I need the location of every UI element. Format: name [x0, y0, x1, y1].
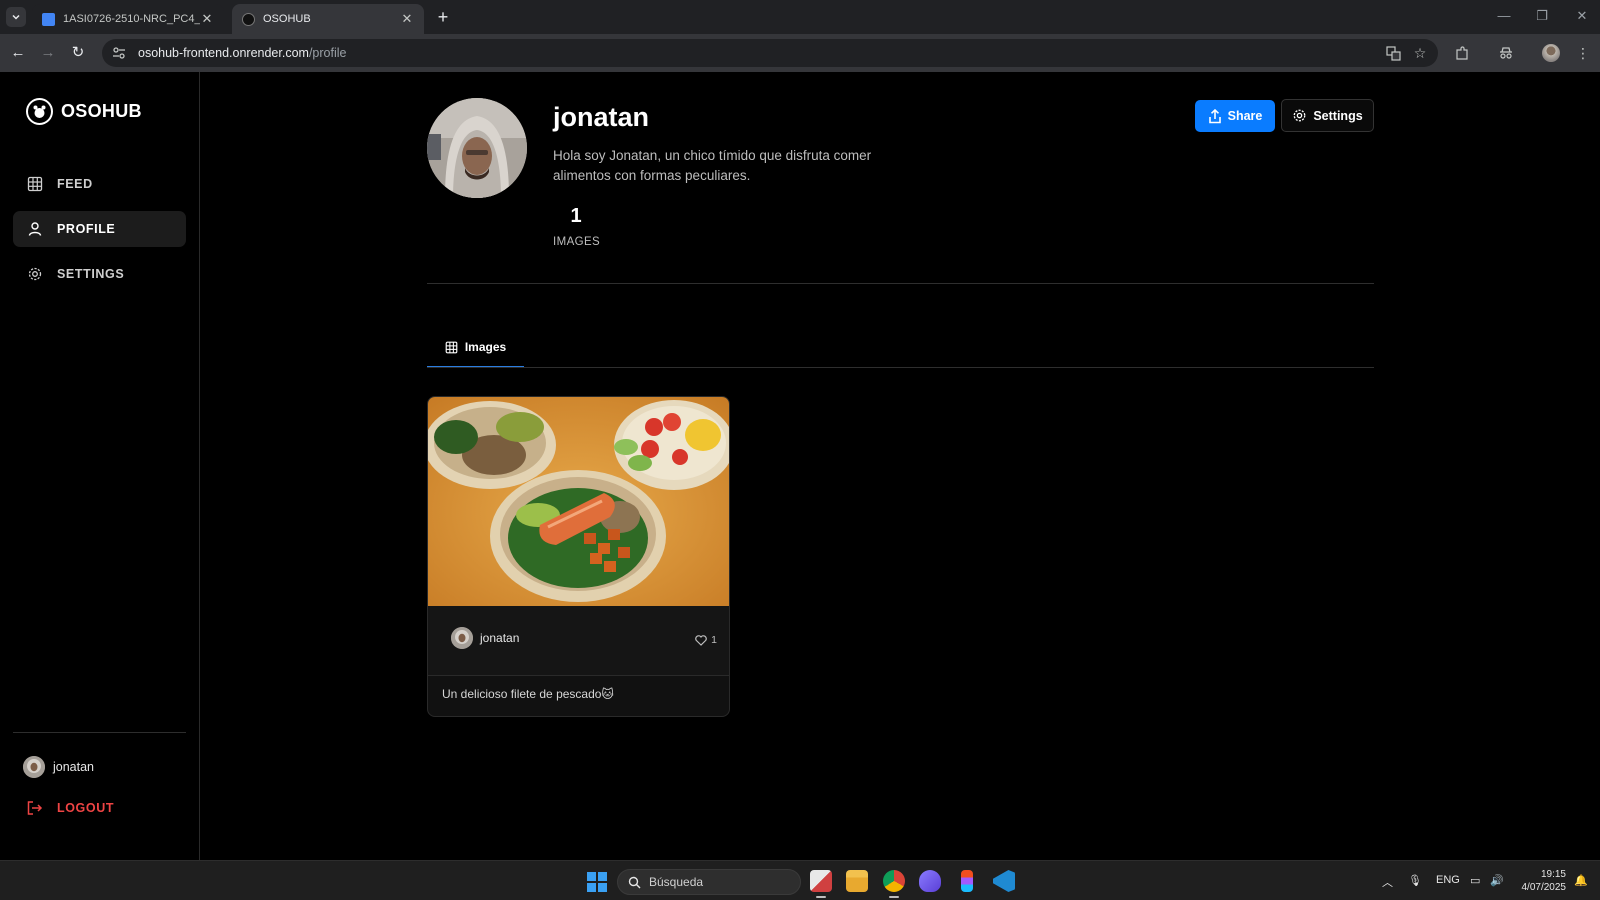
url-path: /profile	[308, 46, 347, 60]
microphone-icon[interactable]: 🎙	[1408, 874, 1422, 887]
brand-name: OSOHUB	[61, 101, 142, 121]
chrome-icon[interactable]	[883, 870, 905, 892]
search-icon	[628, 876, 641, 888]
vscode-icon[interactable]	[993, 870, 1015, 892]
bear-logo-icon	[26, 98, 53, 125]
tab-search-button[interactable]	[6, 7, 26, 27]
taskbar: Búsqueda ︿ 🎙 ENG ▭ 🔊 19:15 4/07/2025 🔔	[0, 860, 1600, 900]
tabs-divider	[427, 367, 1374, 368]
avatar	[451, 627, 473, 649]
reload-icon[interactable]: ↻	[68, 43, 88, 63]
browser-tab-strip: 1ASI0726-2510-NRC_PC4_Infor ✕ OSOHUB ✕ +…	[0, 0, 1600, 34]
browser-toolbar: ← → ↻ osohub-frontend.onrender.com/profi…	[0, 34, 1600, 72]
forward-icon[interactable]: →	[38, 43, 58, 63]
taskbar-search-placeholder: Búsqueda	[649, 875, 704, 889]
grid-icon	[445, 341, 458, 353]
gear-icon	[28, 267, 42, 281]
window-close-icon[interactable]: ✕	[1572, 8, 1592, 24]
sidebar-item-settings[interactable]: SETTINGS	[13, 256, 186, 292]
site-settings-icon[interactable]	[112, 46, 126, 60]
extensions-icon[interactable]	[1452, 43, 1472, 63]
settings-label: Settings	[1313, 108, 1363, 123]
share-button[interactable]: Share	[1195, 100, 1275, 132]
settings-button[interactable]: Settings	[1281, 99, 1374, 132]
share-label: Share	[1227, 109, 1263, 123]
clock-date: 4/07/2025	[1521, 882, 1567, 893]
url-host: osohub-frontend.onrender.com	[138, 46, 309, 60]
post-caption: Un delicioso filete de pescado🐱	[442, 687, 614, 701]
profile-avatar	[427, 98, 527, 198]
incognito-icon[interactable]	[1496, 43, 1516, 63]
chevron-down-icon	[12, 14, 20, 20]
like-button[interactable]: 1	[695, 634, 717, 646]
tab-images[interactable]: Images	[427, 328, 524, 368]
brand[interactable]: OSOHUB	[26, 98, 142, 125]
translate-icon[interactable]	[1383, 43, 1403, 63]
minimize-icon[interactable]: —	[1494, 8, 1514, 23]
sidebar: OSOHUB FEED PROFILE SETTINGS jonatan LOG…	[0, 72, 200, 860]
logout-label: LOGOUT	[57, 801, 115, 815]
profile-username: jonatan	[553, 102, 650, 132]
windows-start-icon[interactable]	[587, 872, 607, 892]
post-image[interactable]	[428, 397, 730, 606]
sidebar-user[interactable]: jonatan	[23, 756, 94, 778]
sidebar-divider	[13, 732, 186, 733]
post-card[interactable]: jonatan 1 Un delicioso filete de pescado…	[427, 396, 730, 717]
post-author-name: jonatan	[480, 631, 520, 645]
taskbar-active-indicator	[889, 896, 899, 898]
file-explorer-icon[interactable]	[846, 870, 868, 892]
more-menu-icon[interactable]: ⋮	[1573, 43, 1593, 63]
back-icon[interactable]: ←	[8, 43, 28, 63]
post-author[interactable]: jonatan	[451, 627, 519, 649]
like-count: 1	[711, 634, 717, 646]
stat-images-label: IMAGES	[553, 236, 601, 248]
sidebar-username: jonatan	[53, 760, 95, 774]
logout-icon	[27, 801, 43, 815]
profile-bio: Hola soy Jonatan, un chico tímido que di…	[553, 148, 872, 183]
sidebar-item-label: PROFILE	[57, 222, 116, 236]
stat-images-count: 1	[570, 205, 582, 227]
tab-images-label: Images	[464, 340, 507, 354]
sidebar-item-profile[interactable]: PROFILE	[13, 211, 186, 247]
browser-tab-osohub[interactable]: OSOHUB ✕	[232, 4, 424, 34]
volume-icon[interactable]: 🔊	[1490, 874, 1504, 887]
browser-profile-avatar[interactable]	[1541, 43, 1561, 63]
snipping-tool-icon[interactable]	[810, 870, 832, 892]
sidebar-item-label: FEED	[57, 177, 93, 191]
gear-icon	[1293, 109, 1306, 122]
heart-icon	[695, 634, 707, 646]
clock[interactable]: 19:15 4/07/2025	[1514, 868, 1567, 894]
taskbar-search[interactable]: Búsqueda	[617, 869, 801, 895]
tray-overflow-icon[interactable]: ︿	[1382, 874, 1393, 890]
user-icon	[28, 222, 42, 236]
figma-icon[interactable]	[961, 870, 973, 892]
close-icon[interactable]: ✕	[400, 11, 414, 27]
close-icon[interactable]: ✕	[200, 11, 214, 27]
language-indicator[interactable]: ENG	[1436, 874, 1460, 886]
notifications-icon[interactable]: 🔔	[1574, 874, 1588, 887]
main-content: jonatan Hola soy Jonatan, un chico tímid…	[200, 72, 1600, 860]
network-icon[interactable]: ▭	[1470, 874, 1480, 887]
profile-divider	[427, 283, 1374, 284]
docs-icon	[42, 12, 55, 26]
share-icon	[1208, 108, 1221, 123]
post-meta: jonatan 1	[428, 606, 729, 676]
address-bar[interactable]: osohub-frontend.onrender.com/profile	[102, 39, 1438, 67]
sidebar-item-label: SETTINGS	[57, 267, 125, 281]
clock-time: 19:15	[1540, 869, 1566, 880]
bookmark-star-icon[interactable]: ☆	[1410, 43, 1430, 63]
avatar	[23, 756, 45, 778]
browser-tab-title: OSOHUB	[263, 13, 311, 25]
browser-tab-title: 1ASI0726-2510-NRC_PC4_Infor	[63, 13, 200, 25]
taskbar-active-indicator	[816, 896, 826, 898]
logout-button[interactable]: LOGOUT	[26, 800, 114, 816]
new-tab-button[interactable]: +	[432, 6, 454, 28]
grid-icon	[27, 176, 43, 192]
osohub-favicon-icon	[242, 12, 255, 26]
stat-images: 1 IMAGES	[553, 205, 601, 248]
restore-icon[interactable]: ❐	[1532, 8, 1552, 24]
browser-tab-docs[interactable]: 1ASI0726-2510-NRC_PC4_Infor ✕	[32, 4, 224, 34]
app-launcher-icon[interactable]	[919, 870, 941, 892]
sidebar-item-feed[interactable]: FEED	[13, 166, 186, 202]
